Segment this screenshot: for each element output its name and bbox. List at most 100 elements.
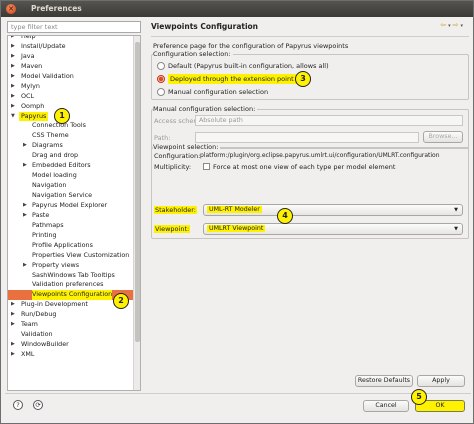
tree-item[interactable]: ▶ Maven bbox=[8, 62, 134, 72]
collapsed-arrow-icon[interactable]: ▶ bbox=[23, 261, 27, 271]
tree-item[interactable]: ▶ Model Validation bbox=[8, 72, 134, 82]
radio-deployed-dot[interactable] bbox=[157, 75, 165, 83]
tree-item-label: Help bbox=[21, 35, 36, 40]
tree-item[interactable]: ▶ Team bbox=[8, 320, 134, 330]
tree-item[interactable]: ▶ Embedded Editors bbox=[8, 161, 134, 171]
viewpoint-label: Viewpoint: bbox=[154, 225, 191, 233]
tree-item-label: Model loading bbox=[32, 171, 77, 180]
configuration-label: Configuration: bbox=[154, 152, 201, 160]
tree-item[interactable]: Connection Tools bbox=[8, 121, 134, 131]
multiplicity-checkbox[interactable] bbox=[203, 163, 210, 170]
collapsed-arrow-icon[interactable]: ▶ bbox=[23, 211, 27, 221]
tree-item[interactable]: ▶ Run/Debug bbox=[8, 310, 134, 320]
expanded-arrow-icon[interactable]: ▼ bbox=[11, 112, 15, 122]
filter-input[interactable]: type filter text bbox=[7, 21, 141, 33]
restore-defaults-button[interactable]: Restore Defaults bbox=[355, 375, 413, 387]
tree-item[interactable]: Profile Applications bbox=[8, 241, 134, 251]
tree-item-label: Team bbox=[21, 320, 38, 329]
tree-item[interactable]: ▶ Papyrus Model Explorer bbox=[8, 201, 134, 211]
multiplicity-label: Multiplicity: bbox=[154, 163, 192, 171]
tree-item-label: Profile Applications bbox=[32, 240, 93, 249]
tree-item-label: Properties View Customization bbox=[32, 250, 130, 259]
nav-buttons: ⇦▾⇨▾ bbox=[440, 21, 465, 29]
tree-item-label: Plug-in Development bbox=[21, 300, 88, 309]
stakeholder-label: Stakeholder: bbox=[154, 206, 197, 214]
tree-item[interactable]: SashWindows Tab Tooltips bbox=[8, 271, 134, 281]
tree-item[interactable]: ▶ Mylyn bbox=[8, 82, 134, 92]
tree-item-label: Papyrus bbox=[19, 111, 49, 122]
tree-item-label: Drag and drop bbox=[32, 151, 79, 160]
collapsed-arrow-icon[interactable]: ▶ bbox=[11, 92, 15, 102]
import-export-icon[interactable]: ⟳ bbox=[33, 400, 43, 410]
preferences-tree: ▶ Help ▶ Install/Update ▶ Java ▶ Maven ▶ Model Va… bbox=[7, 35, 141, 391]
apply-button[interactable]: Apply bbox=[417, 375, 465, 387]
collapsed-arrow-icon[interactable]: ▶ bbox=[23, 161, 27, 171]
tree-item[interactable]: ▶ Help bbox=[8, 35, 134, 42]
tree-item[interactable]: CSS Theme bbox=[8, 131, 134, 141]
title-bar: ✕ Preferences bbox=[1, 1, 473, 17]
forward-menu-icon[interactable]: ▾ bbox=[460, 23, 465, 29]
collapsed-arrow-icon[interactable]: ▶ bbox=[11, 300, 15, 310]
collapsed-arrow-icon[interactable]: ▶ bbox=[11, 82, 15, 92]
tree-item-label: XML bbox=[21, 350, 35, 358]
collapsed-arrow-icon[interactable]: ▶ bbox=[11, 52, 15, 62]
collapsed-arrow-icon[interactable]: ▶ bbox=[11, 310, 15, 320]
collapsed-arrow-icon[interactable]: ▶ bbox=[11, 42, 15, 52]
path-input[interactable] bbox=[195, 132, 419, 143]
collapsed-arrow-icon[interactable]: ▶ bbox=[11, 72, 15, 82]
viewpoint-select[interactable]: UMLRT Viewpoint ▼ bbox=[203, 223, 463, 235]
footer-separator bbox=[5, 393, 471, 394]
tree-item[interactable]: ▶ Oomph bbox=[8, 102, 134, 112]
collapsed-arrow-icon[interactable]: ▶ bbox=[11, 62, 15, 72]
tree-scrollbar[interactable] bbox=[133, 36, 140, 390]
step-badge-4: 4 bbox=[277, 208, 293, 224]
tree-item[interactable]: Navigation Service bbox=[8, 191, 134, 201]
tree-item[interactable]: ▶ Diagrams bbox=[8, 141, 134, 151]
tree-item-label: Pathmaps bbox=[32, 220, 64, 229]
collapsed-arrow-icon[interactable]: ▶ bbox=[11, 102, 15, 112]
back-icon[interactable]: ⇦ bbox=[440, 21, 448, 29]
tree-item-label: Navigation bbox=[32, 181, 67, 190]
tree-item-label: OCL bbox=[21, 91, 35, 100]
preferences-window: ✕ Preferences type filter text ▶ Help ▶ Ins… bbox=[0, 0, 474, 424]
viewpoint-selection-label: Viewpoint selection: bbox=[153, 143, 221, 151]
help-icon[interactable]: ? bbox=[13, 400, 23, 410]
tree-item[interactable]: ▶ Java bbox=[8, 52, 134, 62]
collapsed-arrow-icon[interactable]: ▶ bbox=[23, 201, 27, 211]
tree-item[interactable]: ▶ OCL bbox=[8, 92, 134, 102]
tree-item[interactable]: Model loading bbox=[8, 171, 134, 181]
tree-item[interactable]: ▶ Property views bbox=[8, 261, 134, 271]
access-scheme-select[interactable]: Absolute path bbox=[195, 115, 463, 126]
close-icon[interactable]: ✕ bbox=[6, 4, 16, 14]
collapsed-arrow-icon[interactable]: ▶ bbox=[11, 340, 15, 350]
tree-item[interactable]: Pathmaps bbox=[8, 221, 134, 231]
radio-manual-dot[interactable] bbox=[157, 88, 165, 96]
collapsed-arrow-icon[interactable]: ▶ bbox=[23, 141, 27, 151]
tree-item[interactable]: Printing bbox=[8, 231, 134, 241]
stakeholder-label-text: Stakeholder: bbox=[154, 206, 197, 214]
chevron-down-icon: ▼ bbox=[454, 207, 458, 213]
radio-default-dot[interactable] bbox=[157, 62, 165, 70]
tree-item-label: Run/Debug bbox=[21, 310, 57, 319]
stakeholder-value: UML-RT Modeler bbox=[207, 206, 262, 213]
scrollbar-thumb[interactable] bbox=[135, 42, 140, 342]
collapsed-arrow-icon[interactable]: ▶ bbox=[11, 350, 15, 360]
tree-item-label: Navigation Service bbox=[32, 191, 93, 199]
tree-item[interactable]: Validation preferences bbox=[8, 280, 134, 290]
cancel-button[interactable]: Cancel bbox=[363, 400, 409, 412]
tree-item[interactable]: Drag and drop bbox=[8, 151, 134, 161]
tree-item[interactable]: ▶ Install/Update bbox=[8, 42, 134, 52]
tree-item[interactable]: Navigation bbox=[8, 181, 134, 191]
tree-item[interactable]: ▶ XML bbox=[8, 350, 134, 360]
tree-item[interactable]: Validation bbox=[8, 330, 134, 340]
tree-item[interactable]: Properties View Customization bbox=[8, 251, 134, 261]
tree-item-label: Validation bbox=[21, 330, 53, 339]
browse-button[interactable]: Browse... bbox=[423, 131, 463, 143]
collapsed-arrow-icon[interactable]: ▶ bbox=[11, 320, 15, 330]
tree-item[interactable]: ▶ Paste bbox=[8, 211, 134, 221]
stakeholder-select[interactable]: UML-RT Modeler ▼ bbox=[203, 204, 463, 216]
collapsed-arrow-icon[interactable]: ▶ bbox=[11, 36, 15, 42]
tree-item[interactable]: ▶ WindowBuilder bbox=[8, 340, 134, 350]
tree-item-label: Maven bbox=[21, 61, 43, 70]
tree-item[interactable]: ▼ Papyrus bbox=[8, 111, 134, 122]
